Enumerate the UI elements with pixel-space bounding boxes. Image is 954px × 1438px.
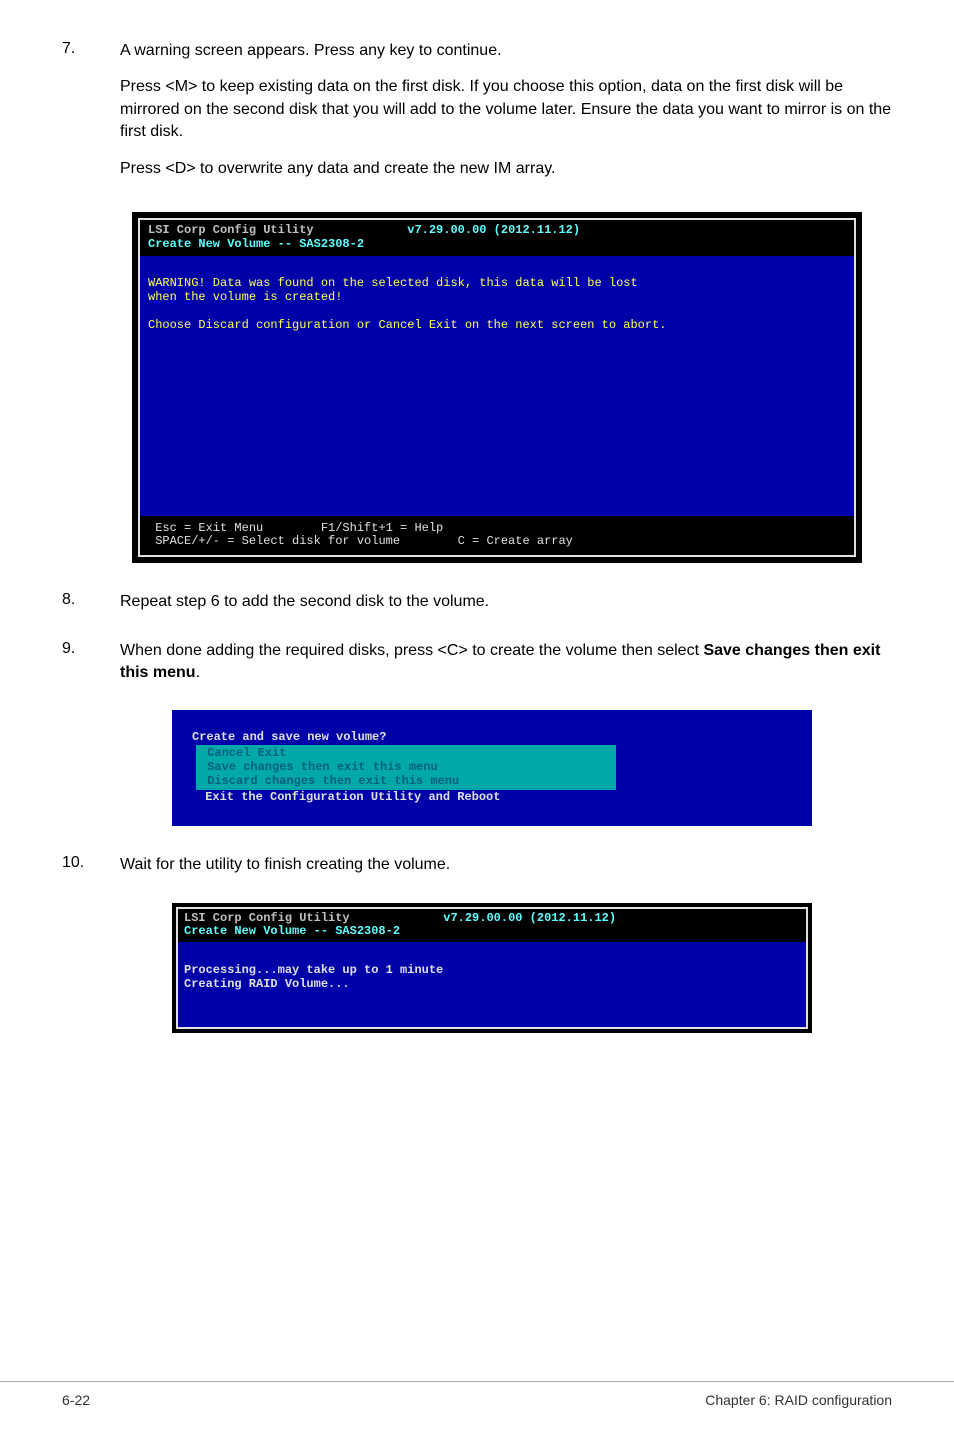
bios-body: WARNING! Data was found on the selected … — [140, 256, 854, 516]
bios-footer: Esc = Exit Menu F1/Shift+1 = Help SPACE/… — [140, 516, 854, 556]
step-number: 9. — [62, 640, 120, 699]
bios-border: LSI Corp Config Utility v7.29.00.00 (201… — [176, 907, 808, 1030]
bios-save-menu-screenshot: Create and save new volume? Cancel Exit … — [172, 710, 812, 826]
step-body: Repeat step 6 to add the second disk to … — [120, 591, 892, 627]
step-text-span: . — [196, 664, 200, 681]
step-text-span: When done adding the required disks, pre… — [120, 642, 703, 659]
bios-body: Processing...may take up to 1 minute Cre… — [178, 942, 806, 1027]
page-content: 7. A warning screen appears. Press any k… — [0, 0, 954, 1033]
step-7: 7. A warning screen appears. Press any k… — [62, 40, 892, 194]
bios-header-title: LSI Corp Config Utility — [148, 223, 314, 237]
bios-warning-line: when the volume is created! — [148, 290, 342, 304]
step-body: A warning screen appears. Press any key … — [120, 40, 892, 194]
bios-header-subtitle: Create New Volume -- SAS2308-2 — [184, 924, 400, 938]
chapter-title: Chapter 6: RAID configuration — [705, 1392, 892, 1408]
step-number: 10. — [62, 854, 120, 890]
step-text: Repeat step 6 to add the second disk to … — [120, 591, 892, 613]
bios-border: LSI Corp Config Utility v7.29.00.00 (201… — [138, 218, 856, 557]
bios-processing-line: Creating RAID Volume... — [184, 977, 350, 991]
step-text: Press <D> to overwrite any data and crea… — [120, 158, 892, 180]
step-text: A warning screen appears. Press any key … — [120, 40, 892, 62]
step-number: 8. — [62, 591, 120, 627]
step-10: 10. Wait for the utility to finish creat… — [62, 854, 892, 890]
bios-warning-line: Choose Discard configuration or Cancel E… — [148, 318, 666, 332]
bios-menu-box: Cancel Exit Save changes then exit this … — [196, 745, 616, 790]
bios-warning-line: WARNING! Data was found on the selected … — [148, 276, 638, 290]
bios-processing-screenshot: LSI Corp Config Utility v7.29.00.00 (201… — [172, 903, 812, 1034]
step-body: Wait for the utility to finish creating … — [120, 854, 892, 890]
step-text: Press <M> to keep existing data on the f… — [120, 76, 892, 143]
step-text: When done adding the required disks, pre… — [120, 640, 892, 685]
bios-header-version: v7.29.00.00 (2012.11.12) — [350, 911, 616, 925]
bios-header-title: LSI Corp Config Utility — [184, 911, 350, 925]
bios-header-subtitle: Create New Volume -- SAS2308-2 — [148, 237, 364, 251]
bios-footer-line: SPACE/+/- = Select disk for volume C = C… — [148, 534, 573, 548]
bios-header-version: v7.29.00.00 (2012.11.12) — [314, 223, 580, 237]
bios-header: LSI Corp Config Utility v7.29.00.00 (201… — [140, 220, 854, 256]
step-body: When done adding the required disks, pre… — [120, 640, 892, 699]
page-number: 6-22 — [62, 1392, 90, 1408]
bios-footer-line: Esc = Exit Menu F1/Shift+1 = Help — [148, 521, 443, 535]
bios-menu-item: Save changes then exit this menu — [200, 760, 438, 774]
bios-menu-item: Discard changes then exit this menu — [200, 774, 459, 788]
bios-menu-item: Exit the Configuration Utility and Reboo… — [178, 790, 806, 804]
step-8: 8. Repeat step 6 to add the second disk … — [62, 591, 892, 627]
page-footer: 6-22 Chapter 6: RAID configuration — [0, 1381, 954, 1408]
bios-warning-screenshot: LSI Corp Config Utility v7.29.00.00 (201… — [132, 212, 862, 563]
step-9: 9. When done adding the required disks, … — [62, 640, 892, 699]
step-text: Wait for the utility to finish creating … — [120, 854, 892, 876]
bios-menu-item: Cancel Exit — [200, 746, 286, 760]
bios-header: LSI Corp Config Utility v7.29.00.00 (201… — [178, 909, 806, 943]
bios-menu-title: Create and save new volume? — [178, 730, 806, 744]
bios-processing-line: Processing...may take up to 1 minute — [184, 963, 443, 977]
step-number: 7. — [62, 40, 120, 194]
